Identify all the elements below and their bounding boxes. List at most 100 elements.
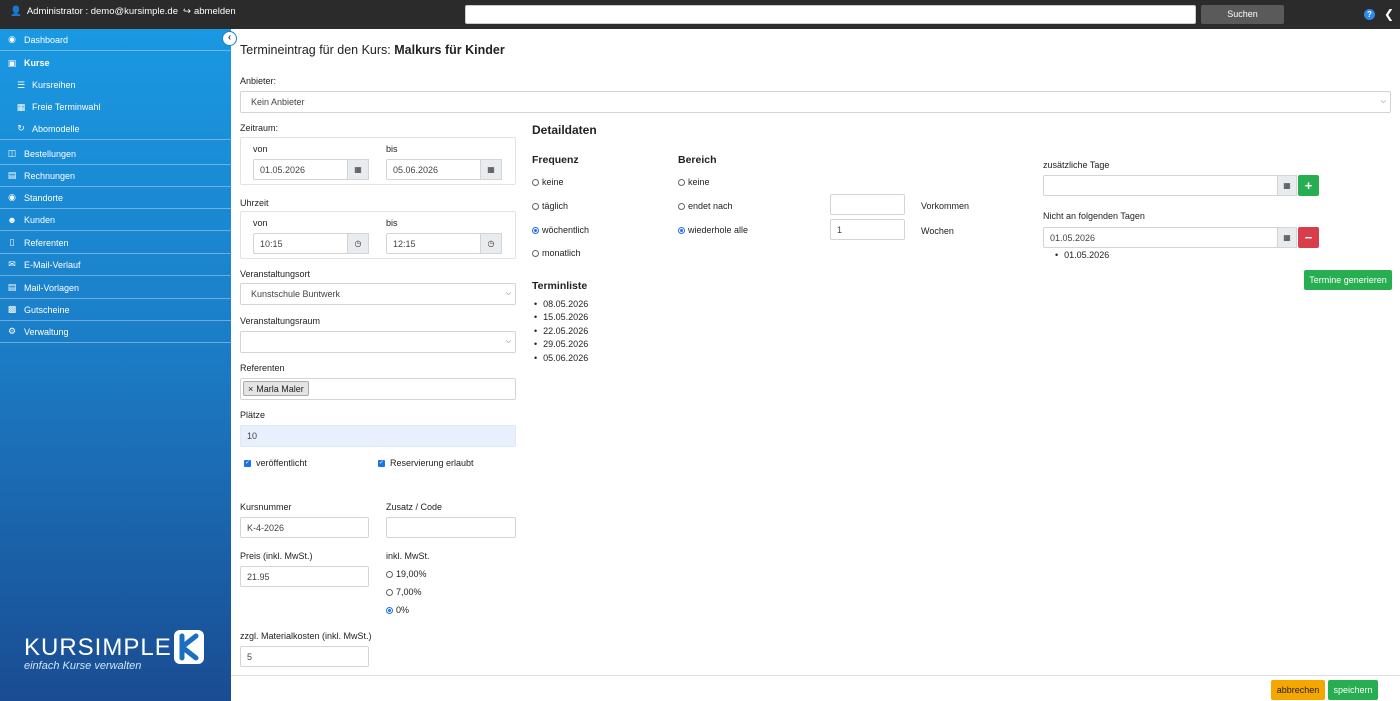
frequenz-radio-woechentlich[interactable]: wöchentlich — [532, 225, 589, 235]
search-button[interactable]: Suchen — [1201, 5, 1284, 24]
calendar-icon[interactable]: ▦ — [1277, 227, 1297, 248]
frequenz-option-label: keine — [542, 177, 564, 187]
page-title-course: Malkurs für Kinder — [394, 43, 505, 57]
zusaetzliche-input[interactable] — [1043, 175, 1278, 196]
sidebar-item-email-verlauf[interactable]: ✉ E-Mail-Verlauf — [0, 254, 231, 276]
sidebar-item-label: Kurse — [24, 58, 50, 68]
checkbox-checked-icon: ✓ — [378, 459, 385, 467]
material-input[interactable]: 5 — [240, 646, 369, 667]
endet-input[interactable] — [830, 194, 905, 215]
bereich-radio-wiederhole[interactable]: wiederhole alle — [678, 225, 748, 235]
plaetze-input[interactable]: 10 — [240, 425, 516, 447]
zeitraum-von-input[interactable]: 01.05.2026 — [253, 159, 348, 180]
frequenz-radio-taeglich[interactable]: täglich — [532, 201, 568, 211]
user-cog-icon: 👤 — [10, 6, 22, 17]
sidebar-item-gutscheine[interactable]: ▩ Gutscheine — [0, 299, 231, 321]
list-item: 08.05.2026 — [534, 297, 588, 311]
cancel-button[interactable]: abbrechen — [1271, 680, 1325, 700]
sidebar-collapse-button[interactable]: ‹ — [222, 31, 237, 46]
sidebar-item-standorte[interactable]: ◉ Standorte — [0, 187, 231, 209]
sidebar-item-label: Verwaltung — [24, 326, 69, 337]
zeitraum-bis-input[interactable]: 05.06.2026 — [386, 159, 481, 180]
referent-tag-label: Marla Maler — [256, 383, 304, 394]
referent-tag: × Marla Maler — [243, 381, 309, 396]
frequenz-radio-keine[interactable]: keine — [532, 177, 564, 187]
logo-mark-icon — [174, 630, 204, 664]
kursnummer-input[interactable]: K-4-2026 — [240, 517, 369, 538]
zeitraum-label: Zeitraum: — [240, 123, 279, 133]
sidebar-item-referenten[interactable]: ▯ Referenten — [0, 232, 231, 254]
preis-input[interactable]: 21.95 — [240, 566, 369, 587]
map-marker-icon: ◉ — [8, 192, 16, 202]
sidebar-item-verwaltung[interactable]: ⚙ Verwaltung — [0, 321, 231, 343]
clock-icon[interactable]: ◷ — [347, 233, 369, 254]
sidebar-item-label: Freie Terminwahl — [32, 102, 101, 112]
frequenz-radio-monatlich[interactable]: monatlich — [532, 248, 581, 258]
list-item: 05.06.2026 — [534, 351, 588, 365]
sidebar-item-kursreihen[interactable]: ☰ Kursreihen — [0, 74, 231, 96]
tag-remove-icon[interactable]: × — [248, 384, 253, 394]
reservierung-checkbox[interactable]: ✓ Reservierung erlaubt — [378, 458, 474, 468]
sidebar-item-mail-vorlagen[interactable]: ▤ Mail-Vorlagen — [0, 277, 231, 299]
termine-generieren-button[interactable]: Termine generieren — [1304, 270, 1392, 290]
uhrzeit-bis-label: bis — [386, 218, 398, 228]
calendar-icon[interactable]: ▦ — [480, 159, 502, 180]
sidebar-item-dashboard[interactable]: ◉ Dashboard — [0, 29, 231, 51]
zeitraum-bis-label: bis — [386, 144, 398, 154]
sidebar-item-kunden[interactable]: ☻ Kunden — [0, 209, 231, 231]
radio-icon — [678, 178, 685, 186]
veroeffentlicht-label: veröffentlicht — [256, 458, 307, 468]
uhrzeit-von-input[interactable]: 10:15 — [253, 233, 348, 254]
anbieter-select[interactable]: Kein Anbieter ⌵ — [240, 91, 1391, 113]
mwst-radio-7[interactable]: 7,00% — [386, 587, 422, 597]
uhrzeit-label: Uhrzeit — [240, 198, 269, 208]
search-input[interactable] — [465, 5, 1196, 24]
bereich-radio-endet[interactable]: endet nach — [678, 201, 733, 211]
radio-selected-icon — [678, 226, 685, 234]
uhrzeit-bis-input[interactable]: 12:15 — [386, 233, 481, 254]
raum-select[interactable]: ⌵ — [240, 331, 516, 353]
calendar-icon[interactable]: ▦ — [347, 159, 369, 180]
mwst-radio-19[interactable]: 19,00% — [386, 569, 427, 579]
zeitraum-von-label: von — [253, 144, 268, 154]
file-icon: ▤ — [7, 282, 17, 292]
calendar-icon[interactable]: ▦ — [1277, 175, 1297, 196]
radio-icon — [532, 202, 539, 210]
sidebar-item-label: Rechnungen — [24, 170, 76, 181]
sidebar-item-rechnungen[interactable]: ▤ Rechnungen — [0, 165, 231, 187]
zusatz-input[interactable] — [386, 517, 516, 538]
wiederhole-input[interactable]: 1 — [830, 219, 905, 240]
sidebar-item-freie-terminwahl[interactable]: ▦ Freie Terminwahl — [0, 96, 231, 118]
user-info[interactable]: 👤 Administrator : demo@kursimple.de — [10, 6, 178, 17]
veroeffentlicht-checkbox[interactable]: ✓ veröffentlicht — [244, 458, 307, 468]
ort-select[interactable]: Kunstschule Buntwerk ⌵ — [240, 283, 516, 305]
footer-bar: abbrechen speichern — [231, 675, 1400, 701]
bereich-option-label: wiederhole alle — [688, 225, 749, 235]
logout-label: abmelden — [193, 6, 236, 17]
list-item: 29.05.2026 — [534, 338, 588, 352]
vorkommen-label: Vorkommen — [921, 201, 970, 211]
clock-icon[interactable]: ◷ — [480, 233, 502, 254]
wochen-label: Wochen — [921, 226, 954, 236]
terminliste: 08.05.2026 15.05.2026 22.05.2026 29.05.2… — [534, 297, 588, 365]
mwst-radio-0[interactable]: 0% — [386, 605, 409, 615]
sidebar-item-abomodelle[interactable]: ↻ Abomodelle — [0, 118, 231, 140]
sidebar-item-kurse[interactable]: ▣ Kurse — [0, 52, 231, 74]
book-icon: ▣ — [7, 57, 17, 68]
preis-label: Preis (inkl. MwSt.) — [240, 551, 313, 561]
add-day-button[interactable]: + — [1298, 175, 1319, 196]
save-button[interactable]: speichern — [1328, 680, 1378, 700]
bereich-heading: Bereich — [678, 154, 717, 166]
logout-link[interactable]: ↪ abmelden — [183, 6, 236, 17]
sidebar-item-bestellungen[interactable]: ◫ Bestellungen — [0, 143, 231, 165]
help-icon[interactable]: ? — [1364, 9, 1375, 20]
bereich-radio-keine[interactable]: keine — [678, 177, 710, 187]
kursnummer-label: Kursnummer — [240, 502, 292, 512]
radio-selected-icon — [532, 226, 539, 234]
sidebar-item-label: Gutscheine — [24, 304, 70, 315]
frequenz-option-label: monatlich — [542, 248, 581, 258]
refresh-icon: ↻ — [17, 123, 25, 133]
nicht-input[interactable]: 01.05.2026 — [1043, 227, 1278, 248]
back-arrow-icon[interactable]: ❮ — [1384, 7, 1394, 21]
remove-day-button[interactable]: − — [1298, 227, 1319, 248]
